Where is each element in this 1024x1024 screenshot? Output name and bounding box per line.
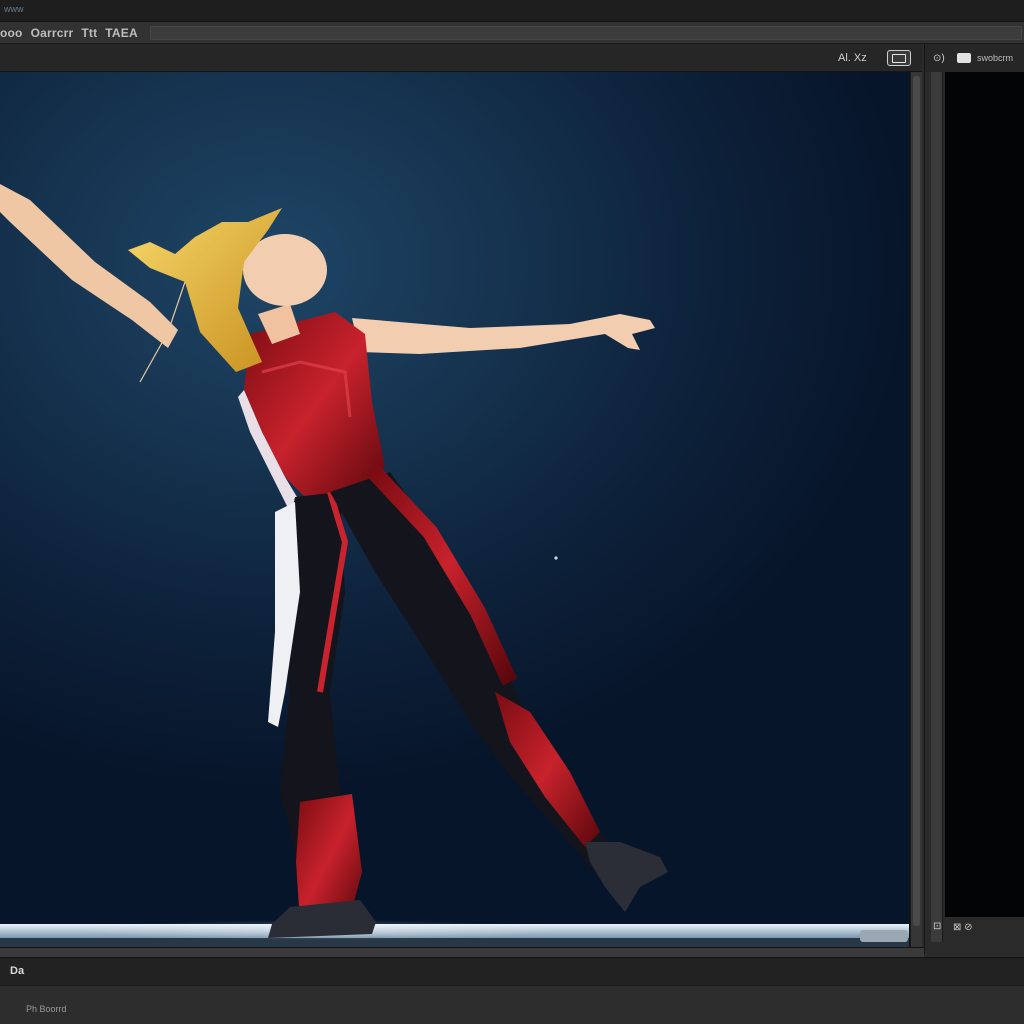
render-viewport[interactable] (0, 72, 910, 947)
side-panel-icon[interactable]: ⊙) (933, 53, 945, 64)
viewport-header: Al. Xz (0, 44, 922, 72)
toolbar: ooo Oarrcrr Ttt TAEA (0, 22, 1024, 44)
side-panel-footer: ⊡ ⊠ ⊘ (933, 918, 1024, 940)
editor-app: www ooo Oarrcrr Ttt TAEA Al. Xz ⊙) swobc… (0, 0, 1024, 1024)
viewport-scrollbar[interactable] (910, 72, 922, 947)
status-bar: Ph Boorrd (0, 985, 1024, 1024)
bottom-tab[interactable]: Da (10, 965, 24, 977)
toolbar-item[interactable]: Oarrcrr (27, 26, 78, 40)
side-footer-icon[interactable]: ⊡ (933, 921, 941, 932)
view-mode-icon[interactable] (887, 50, 911, 66)
side-panel-tab-icon[interactable] (957, 53, 971, 63)
dancer-standing-boot (268, 900, 376, 938)
bottom-tab-bar: Da (0, 957, 1024, 985)
dancer-torso (244, 312, 385, 502)
status-text: Ph Boorrd (26, 1004, 67, 1014)
side-panel-preview (945, 72, 1024, 917)
zoom-label[interactable]: Al. Xz (838, 52, 867, 64)
side-panel: ⊙) swobcrm ⊡ ⊠ ⊘ (924, 44, 1024, 954)
side-footer-value[interactable]: ⊠ ⊘ (953, 922, 973, 933)
toolbar-item[interactable]: Ttt (77, 26, 101, 40)
side-panel-header: ⊙) swobcrm (925, 44, 1024, 72)
side-panel-gutter[interactable] (931, 72, 943, 942)
timeline-bar[interactable] (0, 947, 924, 957)
dancer-render (0, 184, 909, 947)
dancer-extended-boot (585, 842, 668, 912)
app-title: www (4, 4, 24, 14)
toolbar-item[interactable]: ooo (0, 26, 27, 40)
viewport-scroll-thumb[interactable] (913, 76, 920, 926)
toolbar-search-field[interactable] (149, 25, 1022, 40)
menu-bar: www (0, 0, 1024, 22)
dancer-right-arm (352, 314, 655, 354)
toolbar-item[interactable]: TAEA (101, 26, 142, 40)
side-panel-label[interactable]: swobcrm (977, 53, 1013, 63)
